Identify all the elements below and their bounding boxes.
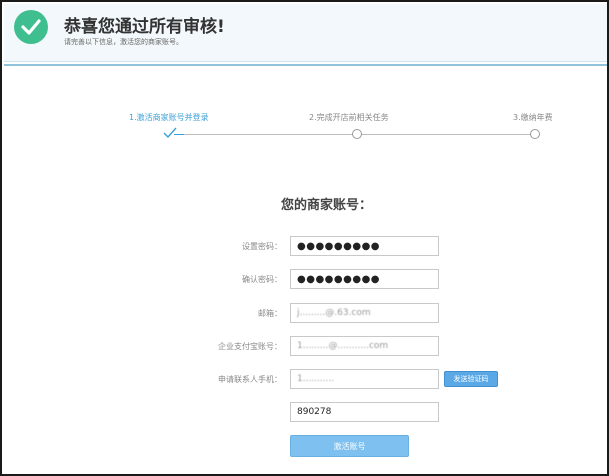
email-value: j.........@.63.com <box>297 308 371 318</box>
step-1-label: 1.激活商家账号并登录 <box>129 113 209 122</box>
email-field[interactable]: j.........@.63.com <box>290 303 439 323</box>
header-divider <box>4 64 607 66</box>
page-frame: 恭喜您通过所有审核! 请完善以下信息，激活您的商家账号。 1.激活商家账号并登录… <box>0 0 609 476</box>
phone-field[interactable]: 1........... <box>290 369 439 389</box>
step-1-check-icon <box>163 127 177 139</box>
verification-code-field[interactable]: 890278 <box>290 402 439 422</box>
alipay-label: 企业支付宝账号： <box>218 342 282 351</box>
step-3-label: 3.缴纳年费 <box>513 113 553 122</box>
send-code-button[interactable]: 发送验证码 <box>444 371 498 387</box>
page-title: 恭喜您通过所有审核! <box>64 17 225 37</box>
checkmark-circle-icon <box>14 10 48 44</box>
step-2-dot <box>352 129 362 139</box>
progress-steps: 1.激活商家账号并登录 2.完成开店前相关任务 3.缴纳年费 <box>2 106 607 146</box>
account-title: 您的商家账号： <box>280 198 372 213</box>
page-subtitle: 请完善以下信息，激活您的商家账号。 <box>64 38 183 46</box>
set-password-label: 设置密码： <box>242 242 282 251</box>
set-password-field[interactable]: ●●●●●●●●● <box>290 236 439 256</box>
email-label: 邮箱： <box>258 309 282 318</box>
confirm-password-label: 确认密码： <box>242 275 282 284</box>
step-3-dot <box>530 129 540 139</box>
step-2-label: 2.完成开店前相关任务 <box>309 113 389 122</box>
alipay-field[interactable]: 1.........@...........com <box>290 336 439 356</box>
activate-account-button[interactable]: 激活账号 <box>290 435 409 457</box>
phone-value: 1........... <box>297 374 335 384</box>
alipay-value: 1.........@...........com <box>297 341 389 351</box>
phone-label: 申请联系人手机： <box>218 375 282 384</box>
confirm-password-field[interactable]: ●●●●●●●●● <box>290 269 439 289</box>
success-header: 恭喜您通过所有审核! 请完善以下信息，激活您的商家账号。 <box>4 4 607 62</box>
